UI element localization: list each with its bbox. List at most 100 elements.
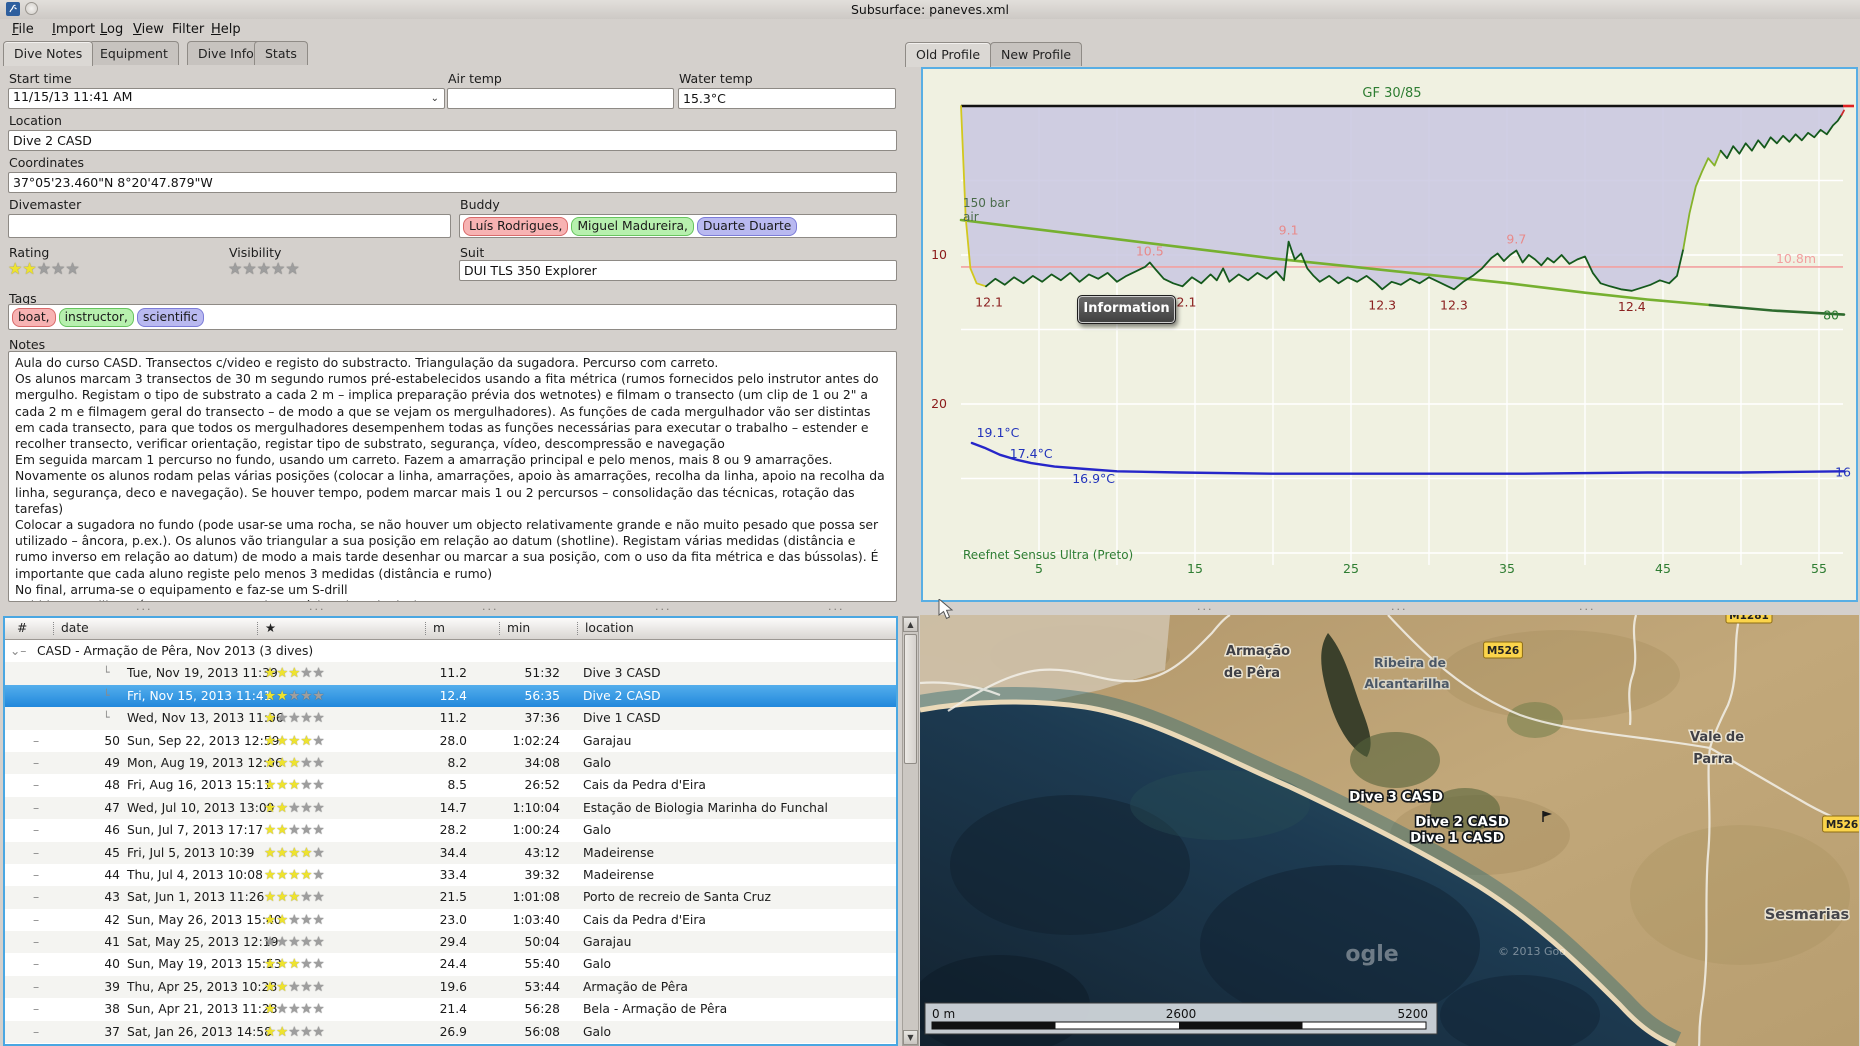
col-number-header[interactable]: # — [17, 618, 27, 638]
dive-date: Sun, May 26, 2013 15:40 — [127, 912, 282, 927]
buddy-field[interactable]: Luís Rodrigues, Miguel Madureira, Duarte D… — [459, 214, 897, 238]
dive-duration: 1:00:24 — [512, 823, 560, 838]
star-empty-icon: ★ — [300, 754, 313, 771]
dive-list-scrollbar[interactable]: ▲ ▼ — [902, 616, 919, 1046]
dive-number: 39 — [104, 979, 120, 994]
title-bar[interactable]: Subsurface: paneves.xml — [0, 0, 1860, 19]
star-empty-icon: ★ — [312, 754, 325, 771]
tags-field[interactable]: boat, instructor, scientific — [8, 304, 897, 330]
scrollbar-thumb[interactable] — [904, 634, 917, 764]
dive-row[interactable]: –39 Thu, Apr 25, 2013 10:28 ★ ★ ★ ★ ★ 19.6 53:44… — [5, 975, 896, 999]
dive-row[interactable]: –46 Sun, Jul 7, 2013 17:17 ★ ★ ★ ★ ★ 28.2 1:00:2… — [5, 819, 896, 841]
notes-textarea[interactable]: Aula do curso CASD. Transectos c/video e… — [8, 351, 897, 602]
dive-row[interactable]: –49 Mon, Aug 19, 2013 12:06 ★ ★ ★ ★ ★ 8.2 34:08 G… — [5, 751, 896, 775]
satellite-map[interactable]: M526 M1281 M526 Armação de Pêra Ribeira de Al… — [920, 615, 1859, 1046]
menu-view[interactable]: View — [129, 21, 168, 39]
water-temp-input[interactable] — [678, 88, 896, 109]
tree-branch-icon: – — [33, 733, 40, 748]
dive-row[interactable]: –50 Sun, Sep 22, 2013 12:59 ★ ★ ★ ★ ★ 28.0 1:02:… — [5, 730, 896, 752]
scroll-up-button[interactable]: ▲ — [903, 617, 918, 632]
star-empty-icon: ★ — [312, 978, 325, 995]
menu-help[interactable]: Help — [207, 21, 245, 39]
buddy-pill[interactable]: Miguel Madureira, — [571, 216, 694, 236]
svg-text:10: 10 — [931, 247, 947, 262]
profile-map-splitter[interactable]: ··· ··· ··· — [921, 602, 1859, 616]
air-temp-input[interactable] — [447, 88, 674, 109]
menu-import[interactable]: Import — [48, 21, 99, 39]
dive-row[interactable]: –38 Sun, Apr 21, 2013 11:28 ★ ★ ★ ★ ★ 21.4 56:28… — [5, 998, 896, 1020]
dive-date: Sun, Sep 22, 2013 12:59 — [127, 733, 280, 748]
menu-file[interactable]: File — [8, 21, 38, 39]
dive-list-table[interactable]: # date ★ m min location ⌄– CASD - Armação… — [3, 616, 898, 1046]
tab-old-profile[interactable]: Old Profile — [905, 42, 992, 67]
dive-row[interactable]: └ Tue, Nov 19, 2013 11:39 ★ ★ ★ ★ ★ 11.2 51:32 Di… — [5, 662, 896, 685]
suit-input[interactable] — [459, 260, 897, 281]
star-filled-icon: ★ — [264, 1001, 277, 1018]
dive-number: 46 — [104, 823, 120, 838]
star-filled-icon: ★ — [264, 911, 277, 928]
dive-row[interactable]: –44 Thu, Jul 4, 2013 10:08 ★ ★ ★ ★ ★ 33.4 39:32 M… — [5, 864, 896, 886]
rating-stars[interactable]: ★ ★ ★ ★ ★ — [8, 260, 80, 278]
map-label: Sesmarias — [1765, 907, 1849, 923]
svg-text:GF 30/85: GF 30/85 — [1362, 86, 1421, 101]
dive-profile-panel[interactable]: GF 30/85 5 15 25 35 45 55 10 20 150 bar air 80 10.8m… — [921, 67, 1858, 602]
dive-depth: 24.4 — [439, 957, 467, 972]
tree-branch-icon: – — [33, 867, 40, 882]
location-input[interactable] — [8, 130, 897, 151]
dive-date: Sat, Jun 1, 2013 11:26 — [127, 890, 265, 905]
chevron-down-icon[interactable]: ⌄ — [431, 89, 439, 108]
dive-location: Porto de recreio de Santa Cruz — [583, 890, 771, 905]
dive-row[interactable]: └ Fri, Nov 15, 2013 11:41 ★ ★ ★ ★ ★ 12.4 56:35 Di… — [5, 684, 896, 708]
start-time-input[interactable]: 11/15/13 11:41 AM ⌄ — [8, 88, 445, 109]
col-date-header[interactable]: date — [61, 618, 89, 638]
star-filled-icon: ★ — [264, 665, 277, 682]
start-time-label: Start time — [9, 71, 72, 86]
dive-row[interactable]: └ Wed, Nov 13, 2013 11:06 ★ ★ ★ ★ ★ 11.2 37:36 Di… — [5, 707, 896, 730]
tag-pill[interactable]: instructor, — [58, 307, 134, 327]
scroll-down-button[interactable]: ▼ — [903, 1030, 918, 1045]
dive-row[interactable]: –41 Sat, May 25, 2013 12:19 ★ ★ ★ ★ ★ 29.4 50:04… — [5, 931, 896, 954]
buddy-pill[interactable]: Duarte Duarte — [696, 216, 798, 236]
dive-duration: 34:08 — [524, 755, 560, 770]
dive-row[interactable]: –40 Sun, May 19, 2013 15:53 ★ ★ ★ ★ ★ 24.4 55:40… — [5, 953, 896, 975]
menu-log[interactable]: Log — [96, 21, 127, 39]
col-duration-header[interactable]: min — [507, 618, 530, 638]
dive-rating: ★ ★ ★ ★ ★ — [264, 822, 325, 838]
col-location-header[interactable]: location — [585, 618, 634, 638]
menu-filter[interactable]: Filter — [168, 21, 208, 39]
dive-list-header[interactable]: # date ★ m min location — [5, 618, 896, 640]
dive-row[interactable]: –43 Sat, Jun 1, 2013 11:26 ★ ★ ★ ★ ★ 21.5 1:01:0… — [5, 886, 896, 909]
divemaster-input[interactable] — [8, 214, 451, 238]
star-filled-icon: ★ — [264, 732, 277, 749]
tab-stats[interactable]: Stats — [254, 41, 308, 65]
col-rating-header[interactable]: ★ — [265, 618, 276, 638]
tag-pill[interactable]: boat, — [12, 307, 56, 327]
expand-chevron-icon[interactable]: ⌄– — [10, 640, 26, 662]
tag-pill[interactable]: scientific — [136, 307, 204, 327]
dive-site-map[interactable]: M526 M1281 M526 Armação de Pêra Ribeira de Al… — [920, 615, 1859, 1046]
tab-new-profile[interactable]: New Profile — [990, 42, 1083, 66]
svg-text:17.4°C: 17.4°C — [1010, 446, 1053, 461]
coordinates-input[interactable] — [8, 172, 897, 193]
trip-group-row[interactable]: ⌄– CASD - Armação de Pêra, Nov 2013 (3 di… — [5, 640, 896, 662]
star-filled-icon: ★ — [264, 844, 277, 861]
dive-row[interactable]: –47 Wed, Jul 10, 2013 13:09 ★ ★ ★ ★ ★ 14.7 1:10:… — [5, 796, 896, 820]
dive-depth: 28.2 — [439, 823, 467, 838]
visibility-stars[interactable]: ★ ★ ★ ★ ★ — [228, 260, 300, 278]
information-tooltip[interactable]: Information — [1077, 295, 1176, 324]
left-tab-bar: Dive Notes Equipment Dive Info Stats — [2, 41, 702, 66]
tab-equipment[interactable]: Equipment — [89, 41, 179, 65]
dive-row[interactable]: –48 Fri, Aug 16, 2013 15:11 ★ ★ ★ ★ ★ 8.5 26:52 C… — [5, 774, 896, 796]
svg-text:80: 80 — [1823, 308, 1839, 323]
tab-dive-notes[interactable]: Dive Notes — [3, 41, 94, 66]
dive-row[interactable]: –42 Sun, May 26, 2013 15:40 ★ ★ ★ ★ ★ 23.0 1:03:… — [5, 909, 896, 931]
buddy-pill[interactable]: Luís Rodrigues, — [463, 216, 569, 236]
col-depth-header[interactable]: m — [433, 618, 445, 638]
svg-text:25: 25 — [1343, 561, 1359, 576]
dive-row[interactable]: –45 Fri, Jul 5, 2013 10:39 ★ ★ ★ ★ ★ 34.4 43:12 M… — [5, 841, 896, 864]
dive-number: 45 — [104, 845, 120, 860]
dive-row[interactable]: –37 Sat, Jan 26, 2013 14:58 ★ ★ ★ ★ ★ 26.9 56:08… — [5, 1020, 896, 1044]
notes-table-splitter[interactable]: ··· ··· ··· ··· ··· — [0, 602, 900, 616]
dive-number: 50 — [104, 733, 120, 748]
star-empty-icon: ★ — [312, 799, 325, 816]
